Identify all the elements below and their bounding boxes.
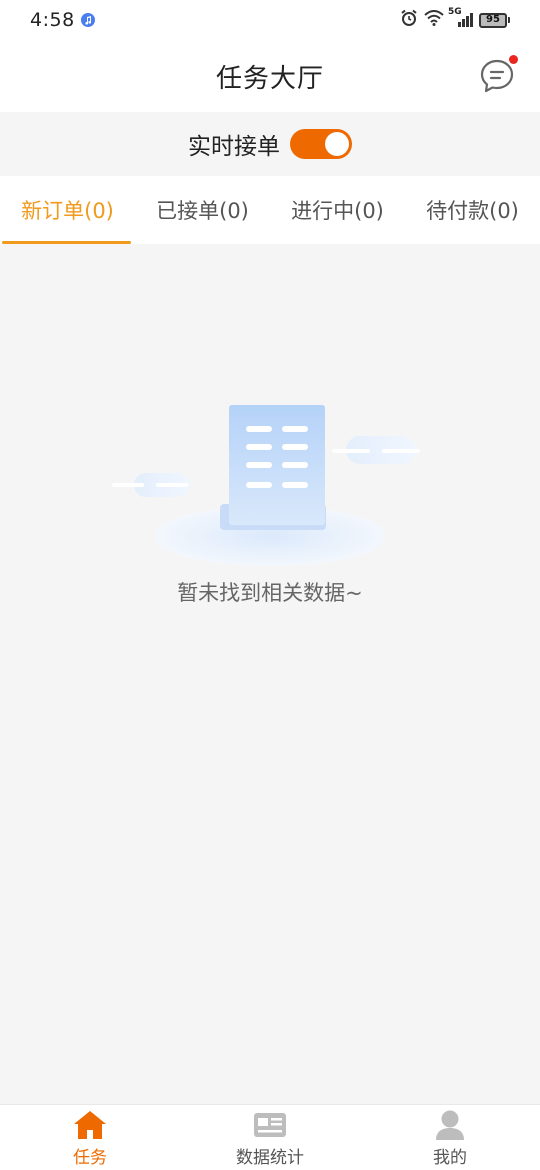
nav-statistics-label: 数据统计 [236, 1148, 304, 1168]
battery-level: 95 [479, 12, 507, 28]
empty-document-illustration [112, 405, 420, 566]
page-title: 任务大厅 [215, 63, 324, 94]
tab-accepted[interactable]: 已接单(0) [135, 176, 270, 244]
signal-icon: 5G [448, 7, 473, 27]
stats-card-icon [253, 1109, 287, 1141]
nav-statistics[interactable]: 数据统计 [180, 1105, 360, 1170]
status-time: 4:58 [30, 9, 75, 31]
toggle-knob [325, 132, 349, 156]
alarm-icon [400, 9, 418, 32]
network-type: 5G [448, 7, 462, 17]
bottom-nav: 任务 数据统计 我的 [0, 1104, 540, 1170]
tab-in-progress[interactable]: 进行中(0) [270, 176, 405, 244]
empty-message: 暂未找到相关数据~ [177, 581, 363, 605]
battery-icon: 95 [479, 12, 510, 28]
home-icon [73, 1109, 107, 1141]
nav-tasks[interactable]: 任务 [0, 1105, 180, 1170]
screen: 4:58 5G 95 任务大厅 实时接单 新订单(0) 已接单(0) 进行中(0… [0, 0, 540, 1170]
notification-dot [509, 55, 518, 64]
nav-mine[interactable]: 我的 [360, 1105, 540, 1170]
realtime-bar: 实时接单 [0, 112, 540, 176]
nav-tasks-label: 任务 [73, 1148, 107, 1168]
order-tabs: 新订单(0) 已接单(0) 进行中(0) 待付款(0) [0, 176, 540, 244]
realtime-toggle[interactable] [290, 129, 352, 159]
message-button[interactable] [478, 55, 518, 95]
empty-state: 暂未找到相关数据~ [0, 390, 540, 620]
page-header: 任务大厅 [0, 40, 540, 112]
tab-new-orders[interactable]: 新订单(0) [0, 176, 135, 244]
status-bar: 4:58 5G 95 [0, 0, 540, 40]
status-icons: 5G 95 [400, 7, 510, 32]
nav-mine-label: 我的 [433, 1148, 467, 1168]
realtime-label: 实时接单 [188, 134, 280, 160]
music-icon [80, 13, 95, 27]
person-icon [433, 1109, 467, 1141]
tab-pending-payment[interactable]: 待付款(0) [405, 176, 540, 244]
wifi-icon [424, 9, 444, 31]
